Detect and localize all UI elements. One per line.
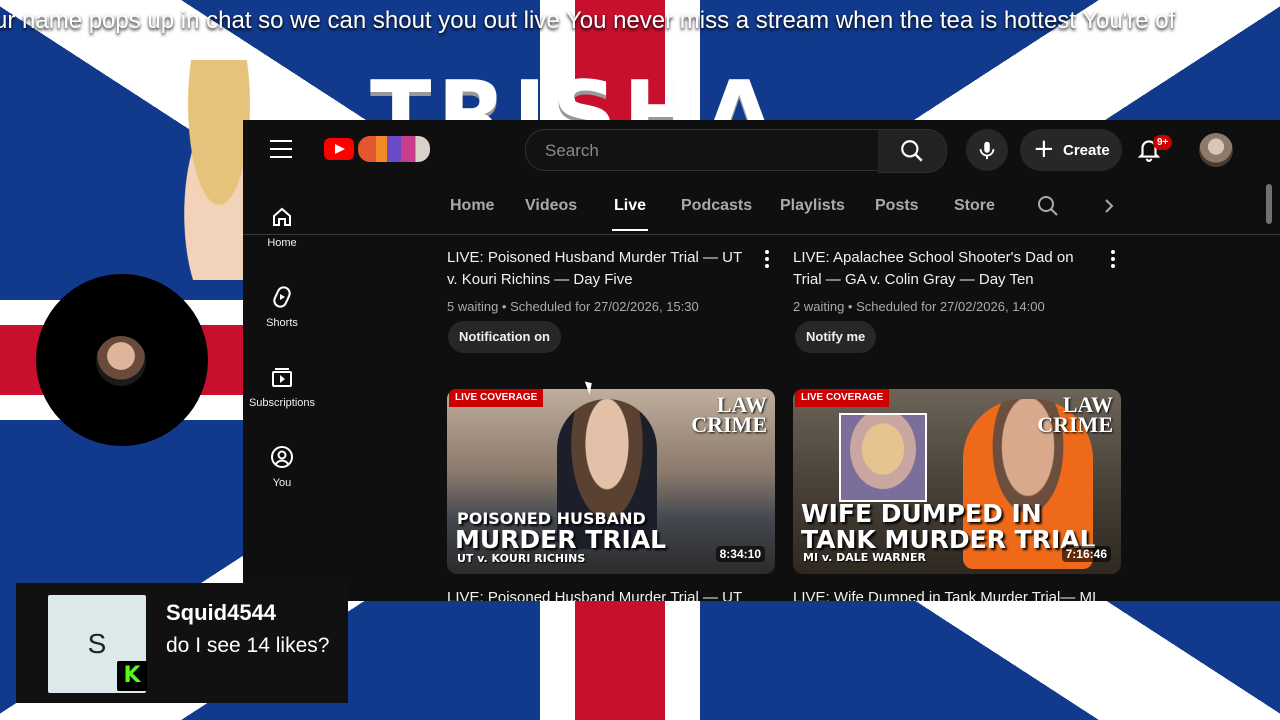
tab-posts[interactable]: Posts (875, 197, 919, 215)
notify-me-button[interactable]: Notify me (795, 321, 877, 353)
search-button[interactable] (878, 129, 947, 173)
sidebar-item-label: Home (267, 237, 297, 249)
create-button[interactable]: + Create (1020, 129, 1122, 171)
tab-home[interactable]: Home (450, 197, 494, 215)
video-duration: 8:34:10 (715, 546, 765, 562)
more-options-icon[interactable] (759, 250, 775, 274)
sidebar-item-label: You (272, 477, 292, 489)
microphone-icon (979, 141, 995, 160)
video-duration: 7:16:46 (1061, 546, 1111, 562)
search-input[interactable] (543, 140, 867, 162)
video-title[interactable]: LIVE: Poisoned Husband Murder Trial — UT (447, 587, 742, 601)
live-coverage-badge: LIVE COVERAGE (795, 389, 890, 407)
video-meta: 5 waiting • Scheduled for 27/02/2026, 15… (447, 299, 699, 314)
thumbnail-caption: UT v. KOURI RICHINS (457, 552, 586, 565)
law-crime-logo: LAW CRIME (691, 392, 767, 437)
kick-badge-icon: K (117, 661, 147, 691)
law-crime-logo: LAW CRIME (1037, 392, 1113, 437)
sidebar-item-you[interactable]: You (243, 434, 321, 504)
subscriptions-icon (272, 368, 292, 387)
you-icon (271, 446, 293, 468)
youtube-topbar: + Create 9+ (243, 120, 1280, 178)
video-thumbnail[interactable]: LIVE COVERAGE LAW CRIME POISONED HUSBAND … (447, 389, 775, 574)
thumbnail-caption: TANK MURDER TRIAL (801, 525, 1096, 554)
channel-search-icon[interactable] (1036, 194, 1060, 218)
thumbnail-inset-photo (839, 413, 927, 502)
video-title[interactable]: LIVE: Wife Dumped in Tank Murder Trial— … (793, 587, 1096, 601)
youtube-logo-icon[interactable] (324, 138, 354, 160)
chat-message-overlay: S K Squid4544 do I see 14 likes? (16, 583, 348, 703)
youtube-window: + Create 9+ Home Shorts (243, 120, 1280, 601)
ticker-text: ur name pops up in chat so we can shout … (0, 7, 1176, 34)
create-label: Create (1063, 142, 1110, 159)
webcam-face (96, 336, 146, 386)
live-coverage-badge: LIVE COVERAGE (449, 389, 544, 407)
tab-podcasts[interactable]: Podcasts (681, 197, 752, 215)
account-avatar[interactable] (1199, 133, 1233, 167)
plus-icon: + (1033, 134, 1055, 164)
voice-search-button[interactable] (966, 129, 1008, 171)
cartoon-character (165, 60, 255, 280)
scrolling-ticker: ur name pops up in chat so we can shout … (0, 0, 1280, 44)
chat-username: Squid4544 (166, 600, 277, 625)
menu-icon[interactable] (270, 140, 292, 158)
video-thumbnail[interactable]: LIVE COVERAGE LAW CRIME WIFE DUMPED IN TA… (793, 389, 1121, 574)
sidebar-item-shorts[interactable]: Shorts (243, 274, 321, 344)
tab-store[interactable]: Store (954, 197, 995, 215)
thumbnail-caption: MURDER TRIAL (455, 525, 667, 554)
sidebar-item-label: Shorts (266, 317, 298, 329)
channel-tabs: Home Videos Live Podcasts Playlists Post… (243, 182, 1280, 235)
sidebar-item-subscriptions[interactable]: Subscriptions (243, 354, 321, 424)
search-icon (901, 140, 923, 162)
notification-on-button[interactable]: Notification on (448, 321, 561, 353)
tab-videos[interactable]: Videos (525, 197, 577, 215)
chat-message-text: do I see 14 likes? (166, 634, 330, 657)
search-box (525, 129, 880, 171)
more-options-icon[interactable] (1105, 250, 1121, 274)
tab-playlists[interactable]: Playlists (780, 197, 845, 215)
video-title[interactable]: LIVE: Apalachee School Shooter's Dad on … (793, 247, 1088, 291)
thumbnail-caption: WIFE DUMPED IN (801, 499, 1042, 528)
video-meta: 2 waiting • Scheduled for 27/02/2026, 14… (793, 299, 1045, 314)
video-title[interactable]: LIVE: Poisoned Husband Murder Trial — UT… (447, 247, 742, 291)
channel-banner-logo (358, 136, 430, 162)
shorts-icon (273, 286, 291, 308)
tab-live[interactable]: Live (611, 197, 649, 231)
chevron-right-icon[interactable] (1100, 196, 1118, 216)
sidebar-item-label: Subscriptions (248, 397, 316, 409)
notification-count-badge: 9+ (1153, 135, 1173, 150)
scrollbar-thumb[interactable] (1266, 184, 1272, 224)
thumbnail-caption: MI v. DALE WARNER (803, 551, 926, 564)
